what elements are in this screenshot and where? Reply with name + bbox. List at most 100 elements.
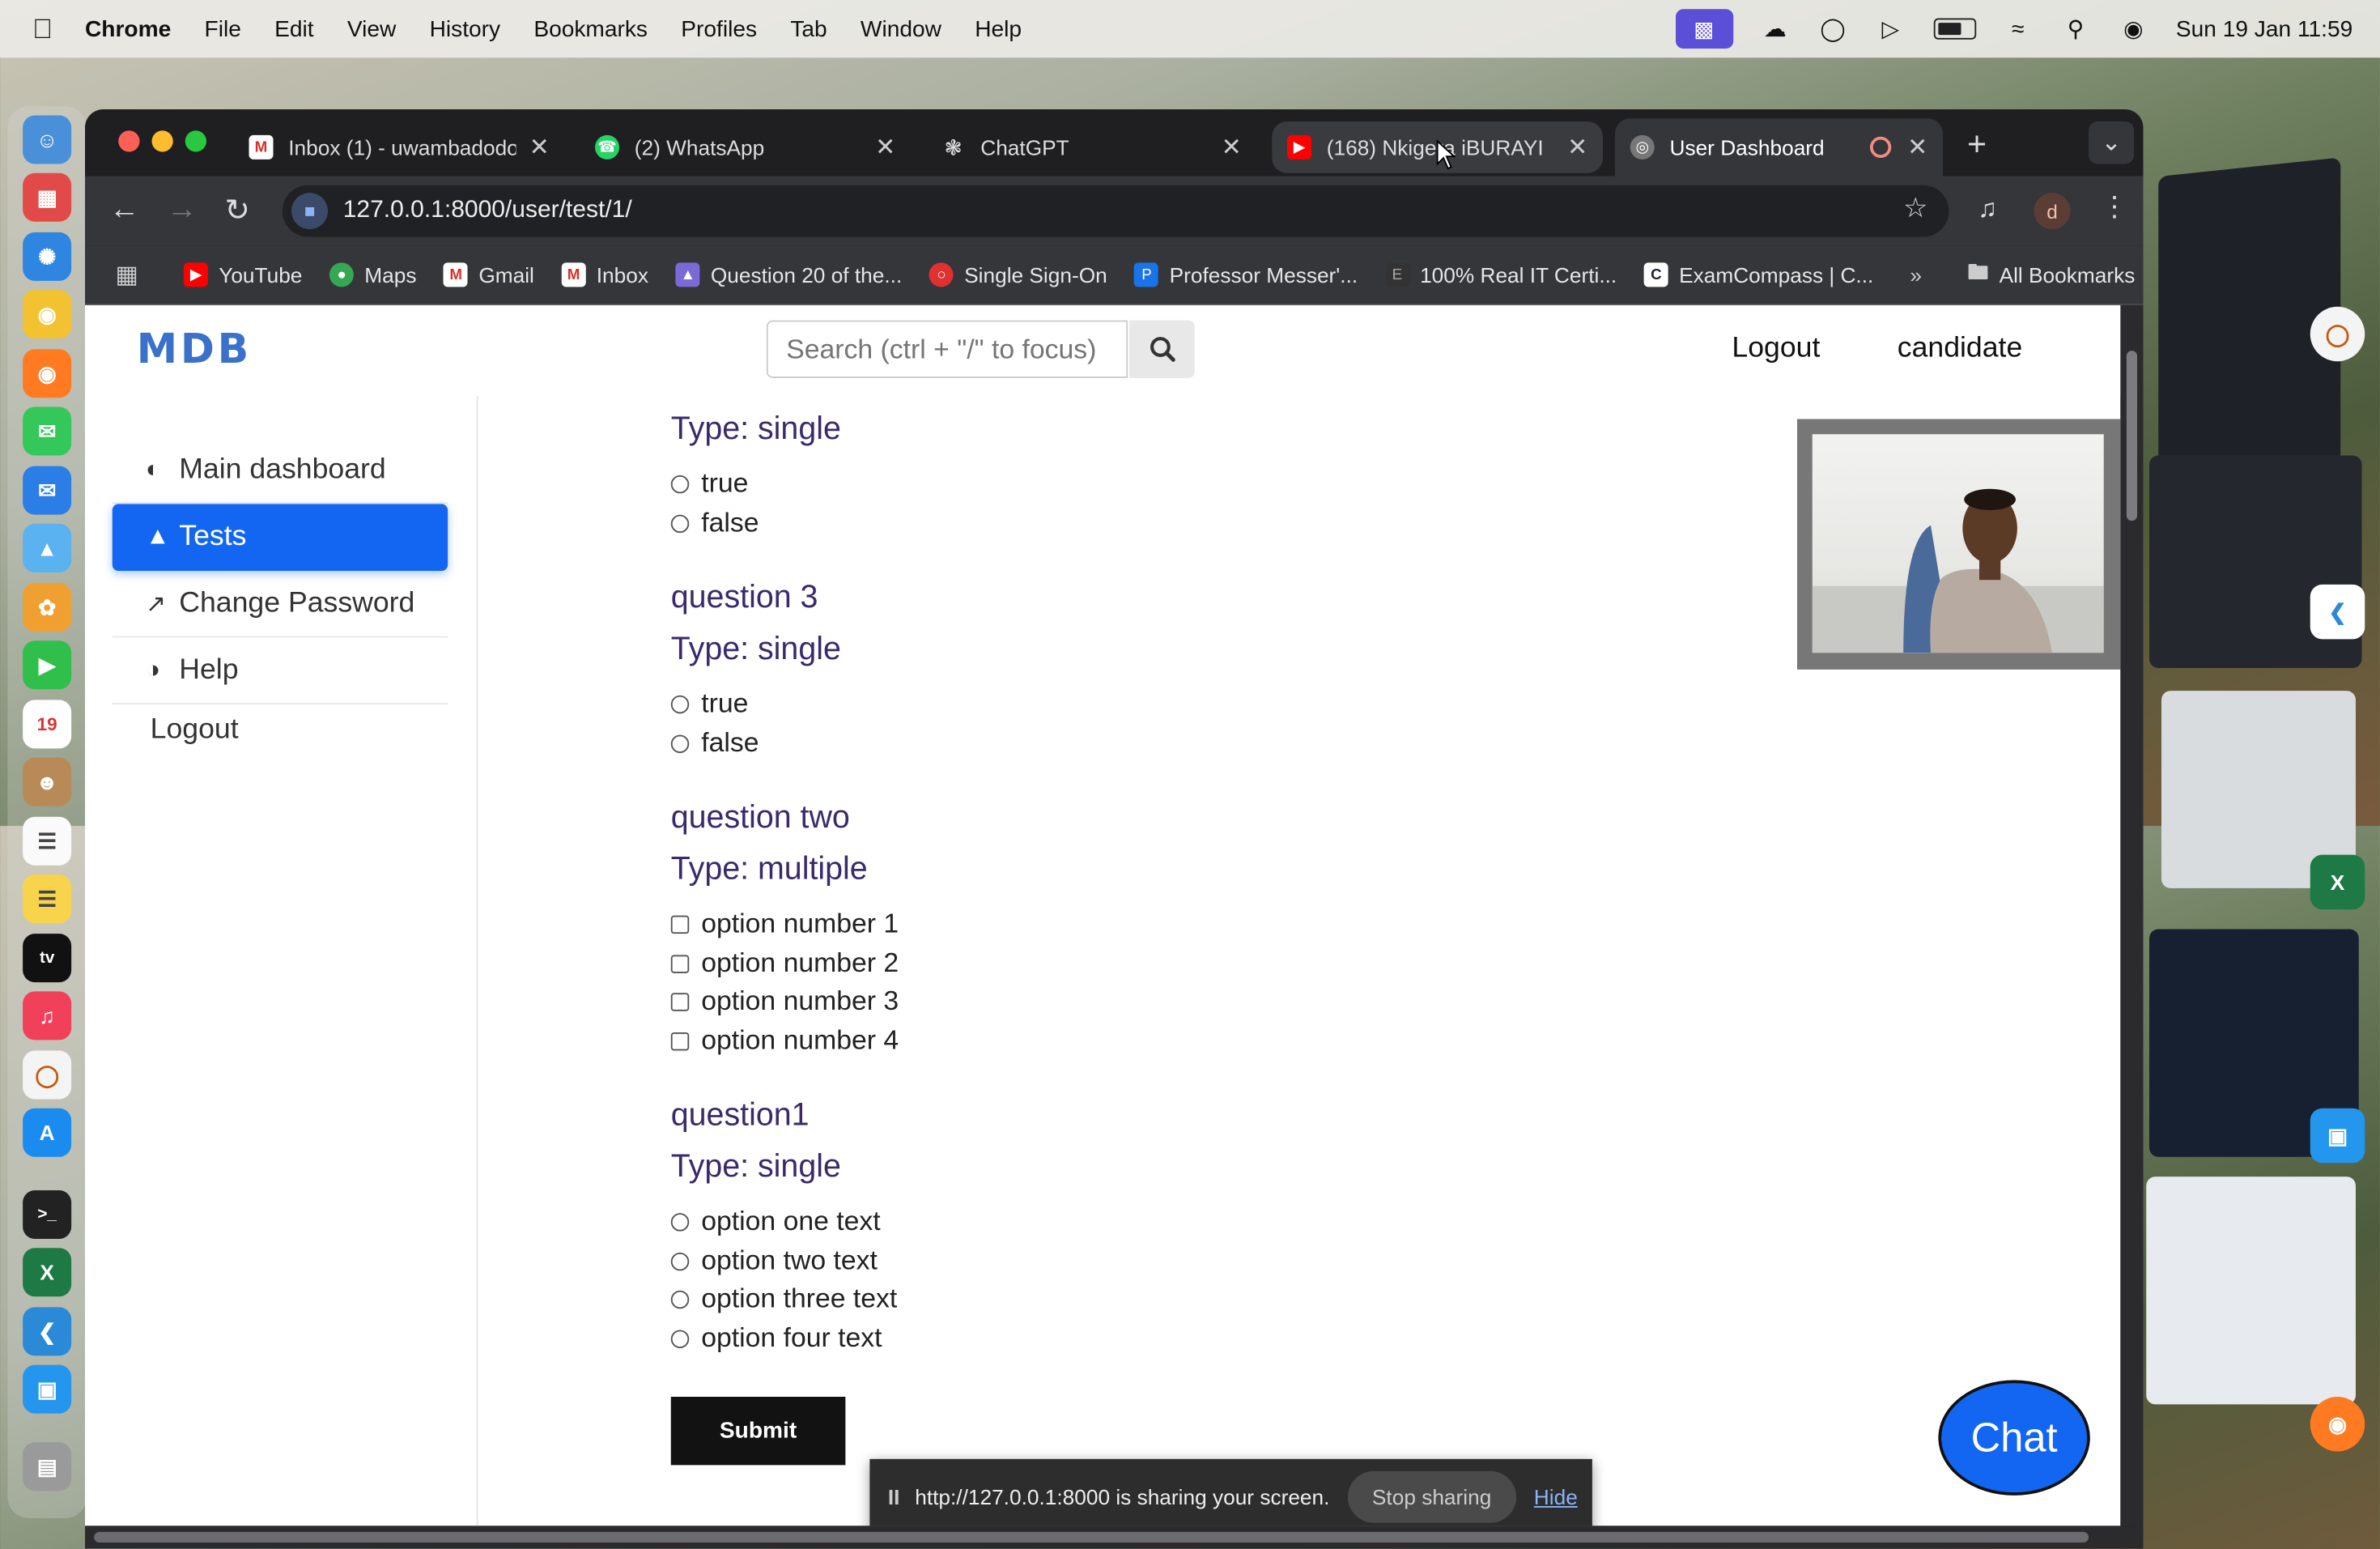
- close-tab-icon[interactable]: ✕: [1907, 132, 1927, 163]
- reminders-icon[interactable]: ☰: [23, 816, 72, 866]
- bookmark-gmail[interactable]: M Gmail: [444, 262, 534, 287]
- vscode-icon[interactable]: ❮: [2310, 584, 2365, 640]
- radio-button[interactable]: [670, 694, 690, 713]
- weather-icon[interactable]: ☁: [1760, 17, 1791, 43]
- messages-icon[interactable]: ✉: [23, 406, 72, 456]
- screen-share-status-icon[interactable]: ▩: [1675, 9, 1733, 49]
- firefox-icon[interactable]: ◉: [2310, 1397, 2365, 1452]
- sidebar-item-change-password[interactable]: ↗ Change Password: [112, 571, 448, 638]
- answer-option-radio[interactable]: option one text: [670, 1206, 881, 1237]
- close-tab-icon[interactable]: ✕: [1222, 132, 1242, 163]
- apple-icon[interactable]: : [0, 13, 85, 45]
- answer-option-radio[interactable]: false: [670, 507, 759, 538]
- address-url[interactable]: 127.0.0.1:8000/user/test/1/: [343, 198, 632, 225]
- bookmark-youtube[interactable]: ▶ YouTube: [184, 262, 302, 287]
- tab-search-chevron-icon[interactable]: ⌄: [2089, 121, 2135, 164]
- spotlight-search-icon[interactable]: ⚲: [2060, 17, 2091, 43]
- checkbox[interactable]: [670, 1032, 690, 1050]
- menubar-clock[interactable]: Sun 19 Jan 11:59: [2176, 16, 2352, 42]
- tab-whatsapp[interactable]: ☎ (2) WhatsApp ✕: [580, 118, 911, 176]
- back-arrow-icon[interactable]: ←: [109, 193, 140, 228]
- calendar-icon[interactable]: 19: [23, 700, 72, 749]
- music-icon[interactable]: ♫: [23, 991, 72, 1040]
- sidebar-item-tests[interactable]: ▲ Tests: [112, 504, 448, 571]
- control-center-icon[interactable]: ◉: [2119, 17, 2149, 43]
- trash-icon[interactable]: ▤: [23, 1442, 72, 1492]
- chrome-menu-icon[interactable]: ⋮: [2101, 191, 2128, 223]
- sidebar-item-main-dashboard[interactable]: ◐ Main dashboard: [112, 437, 448, 504]
- bookmark-maps[interactable]: ● Maps: [329, 262, 416, 287]
- apple-tv-icon[interactable]: tv: [23, 934, 72, 983]
- tab-user-dashboard[interactable]: ◎ User Dashboard ✕: [1615, 118, 1943, 177]
- docker-icon[interactable]: ▣: [2310, 1108, 2365, 1164]
- menu-edit[interactable]: Edit: [274, 16, 313, 42]
- answer-option-radio[interactable]: option two text: [670, 1245, 878, 1277]
- minimize-window-button[interactable]: [151, 130, 173, 152]
- answer-option-checkbox[interactable]: option number 3: [670, 985, 899, 1017]
- answer-option-radio[interactable]: true: [670, 687, 748, 719]
- radio-button[interactable]: [670, 1251, 690, 1270]
- profile-avatar[interactable]: d: [2034, 193, 2071, 230]
- facetime-icon[interactable]: ▶: [23, 640, 72, 690]
- forward-arrow-icon[interactable]: →: [167, 193, 198, 228]
- terminal-icon[interactable]: >_: [23, 1190, 72, 1239]
- bookmark-inbox[interactable]: M Inbox: [561, 262, 648, 287]
- contacts-icon[interactable]: ☻: [23, 757, 72, 806]
- radio-button[interactable]: [670, 1289, 690, 1309]
- reload-icon[interactable]: ↻: [225, 191, 250, 229]
- navbar-logout-link[interactable]: Logout: [1732, 333, 1820, 366]
- bookmark-examcompass[interactable]: C ExamCompass | C...: [1643, 262, 1873, 287]
- close-window-button[interactable]: [118, 130, 140, 152]
- answer-option-radio[interactable]: false: [670, 727, 759, 759]
- menu-view[interactable]: View: [347, 16, 396, 42]
- all-bookmarks[interactable]: 🖿 All Bookmarks: [1967, 257, 2135, 293]
- battery-icon[interactable]: [1932, 18, 1976, 40]
- more-bookmarks-chevron-icon[interactable]: »: [1910, 262, 1922, 287]
- radio-button[interactable]: [670, 734, 690, 753]
- scrollbar-thumb[interactable]: [94, 1531, 2089, 1543]
- submit-button[interactable]: Submit: [670, 1397, 846, 1466]
- sidebar-item-logout[interactable]: Logout: [113, 697, 448, 764]
- radio-button[interactable]: [670, 474, 690, 493]
- close-tab-icon[interactable]: ✕: [1567, 132, 1587, 163]
- answer-option-checkbox[interactable]: option number 1: [670, 908, 899, 939]
- address-bar[interactable]: ■ 127.0.0.1:8000/user/test/1/ ☆: [282, 185, 1949, 237]
- menu-app-name[interactable]: Chrome: [85, 16, 171, 42]
- photos-icon[interactable]: ✿: [23, 583, 72, 632]
- app-store-icon[interactable]: A: [23, 1108, 72, 1157]
- chrome-icon[interactable]: ◉: [23, 290, 72, 339]
- media-controls-icon[interactable]: ♫: [1978, 194, 1997, 225]
- bookmark-star-icon[interactable]: ☆: [1903, 193, 1927, 224]
- vertical-scrollbar[interactable]: [2120, 304, 2144, 1526]
- checkbox[interactable]: [670, 914, 690, 934]
- password-manager-icon[interactable]: ◯: [2310, 306, 2365, 362]
- horizontal-scrollbar[interactable]: [85, 1526, 2144, 1549]
- notes-icon[interactable]: ☰: [23, 875, 72, 923]
- site-logo[interactable]: MDB: [137, 326, 252, 373]
- radio-button[interactable]: [670, 1212, 690, 1231]
- scrollbar-thumb[interactable]: [2126, 351, 2137, 521]
- menu-file[interactable]: File: [205, 16, 241, 42]
- bookmark-professor-messer[interactable]: P Professor Messer'...: [1134, 262, 1358, 287]
- answer-option-radio[interactable]: option four text: [670, 1322, 882, 1354]
- finder-icon[interactable]: ☺: [23, 115, 72, 164]
- answer-option-radio[interactable]: option three text: [670, 1283, 897, 1314]
- menu-history[interactable]: History: [430, 16, 501, 42]
- bookmark-sso[interactable]: ○ Single Sign-On: [929, 262, 1107, 287]
- headphones-icon[interactable]: ◯: [1817, 17, 1848, 43]
- sidebar-item-help[interactable]: ◑ Help: [112, 638, 448, 704]
- navbar-user-link[interactable]: candidate: [1898, 333, 2023, 366]
- answer-option-radio[interactable]: true: [670, 468, 748, 500]
- tab-chatgpt[interactable]: ❃ ChatGPT ✕: [926, 118, 1257, 176]
- camera-in-use-icon[interactable]: ■: [291, 193, 328, 230]
- new-tab-icon[interactable]: +: [1967, 125, 1987, 164]
- radio-button[interactable]: [670, 1329, 690, 1348]
- apps-grid-icon[interactable]: ▦: [116, 260, 138, 291]
- bookmark-question-20[interactable]: ▲ Question 20 of the...: [675, 262, 902, 287]
- vscode-icon[interactable]: ❮: [23, 1307, 72, 1356]
- docker-icon[interactable]: ▣: [23, 1364, 72, 1414]
- checkbox[interactable]: [670, 954, 690, 972]
- excel-icon[interactable]: X: [23, 1248, 72, 1297]
- maximize-window-button[interactable]: [185, 130, 206, 152]
- close-tab-icon[interactable]: ✕: [875, 132, 895, 163]
